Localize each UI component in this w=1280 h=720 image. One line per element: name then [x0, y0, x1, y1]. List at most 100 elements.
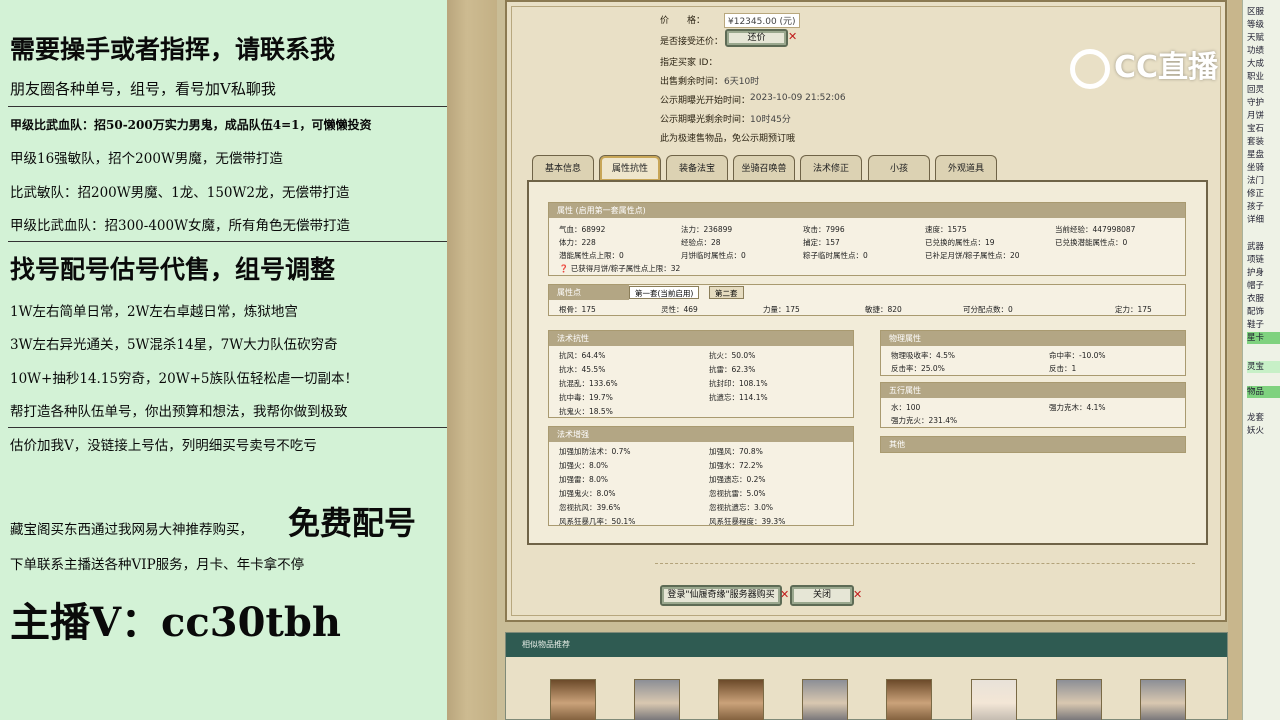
screen: 需要操手或者指挥，请联系我 朋友圈各种单号，组号，看号加V私聊我 甲级比武血队：…: [0, 0, 1280, 720]
side-list-item: 帽子: [1247, 281, 1265, 291]
attr-cell: 粽子临时属性点：0: [803, 251, 868, 260]
attr-cell: 捕定：157: [803, 238, 840, 247]
boost-box: 法术增强 加强加防法术：0.7% 加强火：8.0% 加强雷：8.0% 加强鬼火：…: [548, 426, 854, 526]
side-list: 区服 等级 天赋 功绩 大成 职业 回灵 守护 月饼 宝石 套装 星盘 坐骑 法门 修正 孩子 详细 武器 项链 护身…: [1242, 0, 1280, 720]
price-label: 价 格：: [660, 16, 706, 26]
resist-cell: 抗封印：108.1%: [709, 379, 768, 388]
promo-line: 需要操手或者指挥，请联系我: [10, 35, 336, 64]
attr-cell: 经验点：28: [681, 238, 721, 247]
boost-cell: 忽视抗遗忘：3.0%: [709, 503, 774, 512]
side-list-item: 灵宝: [1247, 361, 1280, 373]
five-elements-header: 五行属性: [881, 383, 1185, 398]
side-list-item: 物品: [1247, 386, 1280, 398]
boost-cell: 加强遗忘：0.2%: [709, 475, 766, 484]
points-header: 属性点: [549, 285, 629, 300]
character-avatar[interactable]: [718, 679, 764, 720]
attr-cell: 法力：236899: [681, 225, 733, 234]
resist-box: 法术抗性 抗风：64.4% 抗水：45.5% 抗混乱：133.6% 抗中毒：19…: [548, 330, 854, 418]
side-list-item: 套装: [1247, 137, 1265, 147]
promo-line: 甲级16强敏队，招个200W男魔，无偿带打造: [10, 151, 283, 167]
tab-equipment[interactable]: 装备法宝: [666, 155, 728, 181]
side-list-item: 守护: [1247, 98, 1265, 108]
promo-line: 10W+抽秒14.15穷奇，20W+5族队伍轻松虐一切副本！: [10, 371, 358, 387]
resist-cell: 抗雷：62.3%: [709, 365, 756, 374]
promo-line: 甲级比武血队：招300-400W女魔，所有角色无偿带打造: [10, 218, 350, 234]
promo-line: 帮打造各种队伍单号，你出预算和想法，我帮你做到极致: [10, 404, 348, 420]
character-avatar[interactable]: [1140, 679, 1186, 720]
promo-line: 下单联系主播送各种VIP服务，月卡、年卡拿不停: [10, 557, 305, 573]
public-remain-row: 公示期曝光剩余时间： 10时45分: [660, 112, 791, 125]
buyer-row: 指定买家 ID：: [660, 55, 717, 68]
tab-child[interactable]: 小孩: [868, 155, 930, 181]
character-avatar[interactable]: [1056, 679, 1102, 720]
attr-cell: 潜能属性点上限：0: [559, 251, 624, 260]
promo-line: 1W左右简单日常，2W左右卓越日常，炼狱地宫: [10, 304, 298, 320]
points-tab-first[interactable]: 第一套(当前启用): [629, 286, 700, 299]
points-tab-second[interactable]: 第二套: [709, 286, 744, 299]
promo-line: 朋友圈各种单号，组号，看号加V私聊我: [10, 80, 276, 98]
public-start-label: 公示期曝光开始时间：: [660, 96, 751, 106]
resist-header: 法术抗性: [549, 331, 853, 346]
tab-basic-info[interactable]: 基本信息: [532, 155, 594, 181]
physical-box: 物理属性 物理吸收率：4.5% 命中率：-10.0% 反击率：25.0% 反击：…: [880, 330, 1186, 376]
tab-appearance[interactable]: 外观道具: [935, 155, 997, 181]
attr-cell: 已补足月饼/粽子属性点：20: [925, 251, 1020, 260]
five-cell: 强力克木：4.1%: [1049, 403, 1106, 412]
side-list-item: 龙套: [1247, 413, 1265, 423]
close-button[interactable]: 关闭: [790, 585, 854, 606]
character-avatar[interactable]: [802, 679, 848, 720]
boost-cell: 加强加防法术：0.7%: [559, 447, 631, 456]
attr-cell: 已兑换的属性点：19: [925, 238, 995, 247]
logo-text: CC直播: [1114, 50, 1219, 85]
tab-attributes[interactable]: 属性抗性: [599, 155, 661, 181]
physical-header: 物理属性: [881, 331, 1185, 346]
price-row: 价 格： ¥12345.00 (元): [660, 13, 800, 28]
character-avatar[interactable]: [971, 679, 1017, 720]
side-list-item: 护身: [1247, 268, 1265, 278]
character-avatar[interactable]: [634, 679, 680, 720]
boost-cell: 加强鬼火：8.0%: [559, 489, 616, 498]
side-list-item: 星盘: [1247, 150, 1265, 160]
resist-cell: 抗风：64.4%: [559, 351, 606, 360]
promo-line: 比武敏队：招200W男魔、1龙、150W2龙，无偿带打造: [10, 185, 350, 201]
attr-cell: 气血：68992: [559, 225, 606, 234]
promo-panel: 需要操手或者指挥，请联系我 朋友圈各种单号，组号，看号加V私聊我 甲级比武血队：…: [0, 0, 447, 720]
side-list-item: 鞋子: [1247, 320, 1265, 330]
point-cell: 根骨：175: [559, 305, 596, 314]
side-list-item: 天赋: [1247, 33, 1265, 43]
side-list-item: 区服: [1247, 7, 1265, 17]
login-purchase-button[interactable]: 登录"仙履奇缘"服务器购买: [660, 585, 782, 606]
public-start-value: 2023-10-09 21:52:06: [750, 93, 846, 103]
physical-cell: 命中率：-10.0%: [1049, 351, 1106, 360]
tab-spell-modifier[interactable]: 法术修正: [800, 155, 862, 181]
bargain-button[interactable]: 还价: [725, 29, 788, 47]
divider: [655, 563, 1195, 564]
attr-footer: ❓ 已获得月饼/粽子属性点上限：32: [559, 263, 680, 274]
promo-line: 估价加我V，没链接上号估，列明细买号卖号不吃亏: [10, 438, 317, 454]
resist-cell: 抗鬼火：18.5%: [559, 407, 613, 416]
point-cell: 灵性：469: [661, 305, 698, 314]
five-elements-box: 五行属性 水：100 强力克木：4.1% 强力克火：231.4%: [880, 382, 1186, 428]
tab-mounts-pets[interactable]: 坐骑召唤兽: [733, 155, 795, 181]
divider: [8, 427, 447, 428]
close-icon: ✕: [780, 588, 790, 601]
character-avatar[interactable]: [886, 679, 932, 720]
recommend-section: 相似物品推荐: [505, 632, 1228, 720]
attribute-header: 属性 (启用第一套属性点): [549, 203, 1185, 218]
character-avatar[interactable]: [550, 679, 596, 720]
attributes-panel: 属性 (启用第一套属性点) 气血：68992 法力：236899 攻击：7996…: [527, 180, 1208, 545]
divider: [8, 241, 447, 242]
price-value: ¥12345.00 (元): [724, 13, 800, 28]
promo-highlight: 免费配号: [288, 504, 417, 542]
physical-cell: 反击：1: [1049, 364, 1077, 373]
background-texture: [447, 0, 497, 720]
buyer-label: 指定买家 ID：: [660, 58, 718, 68]
attr-cell: 速度：1575: [925, 225, 967, 234]
side-list-item: 职业: [1247, 72, 1265, 82]
side-list-item: 项链: [1247, 255, 1265, 265]
recommend-header: 相似物品推荐: [506, 633, 1227, 657]
five-cell: 水：100: [891, 403, 921, 412]
other-box: 其他: [880, 436, 1186, 453]
attr-cell: 当前经验：447998087: [1055, 225, 1136, 234]
info-icon: ❓: [559, 264, 569, 273]
